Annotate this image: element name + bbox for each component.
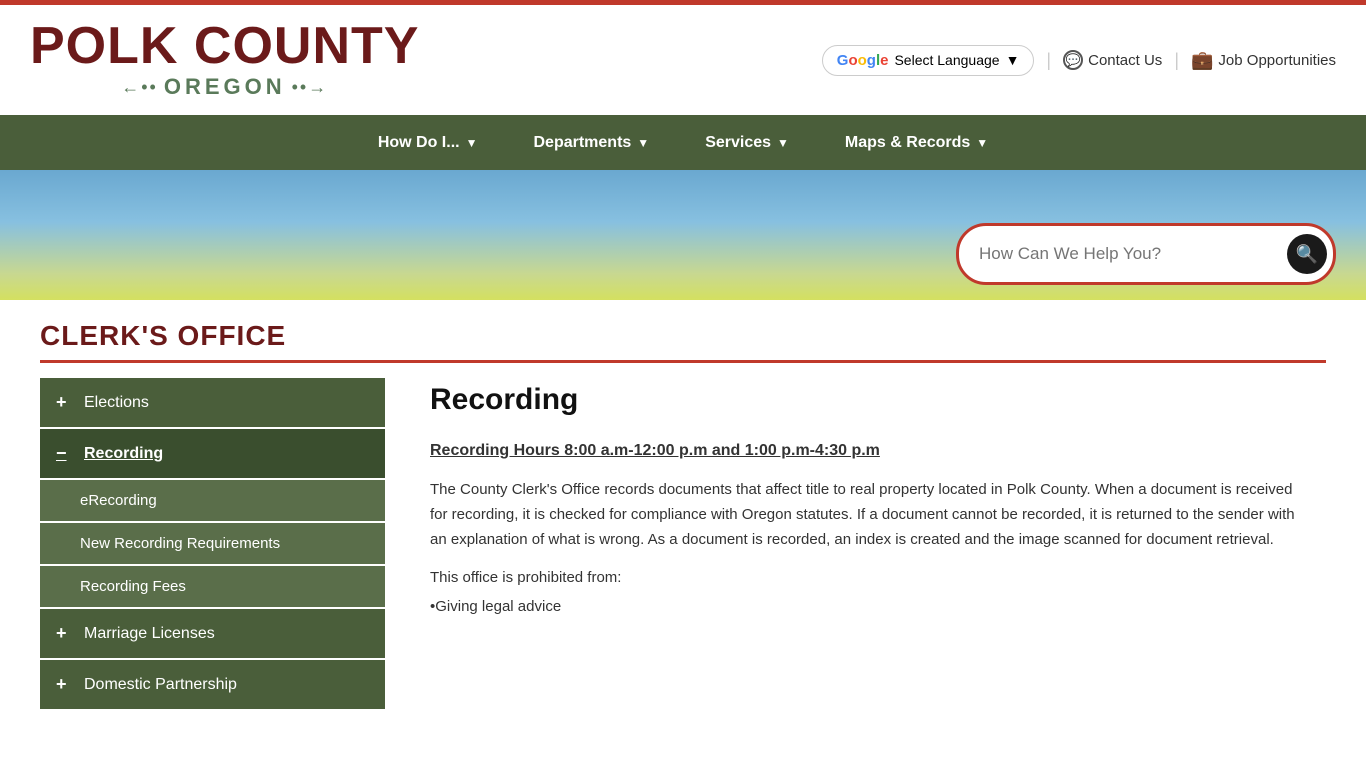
nav-how-do-i[interactable]: How Do I... ▼ <box>350 115 506 170</box>
contact-icon: 💬 <box>1063 50 1083 70</box>
hours-link[interactable]: Recording Hours 8:00 a.m-12:00 p.m and 1… <box>430 442 1306 460</box>
main-content: CLERK'S OFFICE + Elections − Recording e… <box>0 300 1366 783</box>
google-g-icon: Google <box>837 52 889 69</box>
hours-link-text: Recording Hours 8:00 a.m-12:00 p.m and 1… <box>430 442 880 459</box>
logo-area: POLK COUNTY ←•• OREGON ••→ <box>30 20 419 100</box>
sidebar-sub-recording-fees[interactable]: Recording Fees <box>40 566 385 607</box>
article-paragraph-1: The County Clerk's Office records docume… <box>430 478 1306 552</box>
logo-dots-left: ←•• <box>121 77 158 98</box>
recording-fees-label: Recording Fees <box>80 578 186 595</box>
sidebar-item-recording[interactable]: − Recording <box>40 429 385 478</box>
search-icon: 🔍 <box>1296 244 1318 265</box>
top-right: Google Select Language ▼ | 💬 Contact Us … <box>822 45 1336 76</box>
sidebar: + Elections − Recording eRecording New R… <box>40 363 400 783</box>
nav-maps-records[interactable]: Maps & Records ▼ <box>817 115 1016 170</box>
contact-label: Contact Us <box>1088 52 1162 69</box>
main-nav: How Do I... ▼ Departments ▼ Services ▼ M… <box>0 115 1366 170</box>
article-title: Recording <box>430 383 1306 417</box>
jobs-link[interactable]: 💼 Job Opportunities <box>1191 50 1336 71</box>
nav-how-do-i-label: How Do I... <box>378 134 460 152</box>
search-button[interactable]: 🔍 <box>1287 234 1327 274</box>
erecording-label: eRecording <box>80 492 157 509</box>
page-title: CLERK'S OFFICE <box>40 320 1326 352</box>
nav-services-arrow: ▼ <box>777 136 789 150</box>
logo-oregon-text: OREGON <box>164 74 286 100</box>
nav-services[interactable]: Services ▼ <box>677 115 817 170</box>
nav-maps-records-label: Maps & Records <box>845 134 970 152</box>
separator: | <box>1046 50 1051 71</box>
article-prohibited-title: This office is prohibited from: <box>430 566 1306 591</box>
domestic-expand-icon: + <box>56 674 74 695</box>
jobs-icon: 💼 <box>1191 50 1213 71</box>
elections-label: Elections <box>84 394 149 412</box>
translate-label: Select Language <box>894 52 999 68</box>
top-bar: POLK COUNTY ←•• OREGON ••→ Google Select… <box>0 0 1366 115</box>
search-bar: 🔍 <box>956 223 1336 285</box>
article-bullet-1: •Giving legal advice <box>430 595 1306 620</box>
sidebar-item-domestic-partnership[interactable]: + Domestic Partnership <box>40 660 385 709</box>
sidebar-item-marriage-licenses[interactable]: + Marriage Licenses <box>40 609 385 658</box>
sidebar-sub-new-recording-requirements[interactable]: New Recording Requirements <box>40 523 385 564</box>
nav-services-label: Services <box>705 134 771 152</box>
nav-maps-records-arrow: ▼ <box>976 136 988 150</box>
logo-dots-right: ••→ <box>292 77 329 98</box>
sidebar-sub-erecording[interactable]: eRecording <box>40 480 385 521</box>
recording-label: Recording <box>84 445 163 463</box>
translate-button[interactable]: Google Select Language ▼ <box>822 45 1035 76</box>
content-area: + Elections − Recording eRecording New R… <box>40 363 1326 783</box>
marriage-label: Marriage Licenses <box>84 625 215 643</box>
sidebar-item-elections[interactable]: + Elections <box>40 378 385 427</box>
new-recording-requirements-label: New Recording Requirements <box>80 535 280 552</box>
domestic-label: Domestic Partnership <box>84 676 237 694</box>
nav-departments-arrow: ▼ <box>637 136 649 150</box>
separator2: | <box>1174 50 1179 71</box>
page-header: CLERK'S OFFICE <box>40 300 1326 363</box>
search-input[interactable] <box>979 244 1287 264</box>
jobs-label: Job Opportunities <box>1218 52 1336 69</box>
translate-arrow: ▼ <box>1006 52 1020 68</box>
site-title: POLK COUNTY <box>30 20 419 72</box>
elections-expand-icon: + <box>56 392 74 413</box>
nav-departments[interactable]: Departments ▼ <box>505 115 677 170</box>
recording-expand-icon: − <box>56 443 74 464</box>
contact-us-link[interactable]: 💬 Contact Us <box>1063 50 1162 70</box>
nav-how-do-i-arrow: ▼ <box>466 136 478 150</box>
marriage-expand-icon: + <box>56 623 74 644</box>
hero-section: 🔍 <box>0 170 1366 300</box>
article-content: Recording Recording Hours 8:00 a.m-12:00… <box>400 363 1326 783</box>
site-subtitle: ←•• OREGON ••→ <box>30 74 419 100</box>
nav-departments-label: Departments <box>533 134 631 152</box>
top-links: Google Select Language ▼ | 💬 Contact Us … <box>822 45 1336 76</box>
